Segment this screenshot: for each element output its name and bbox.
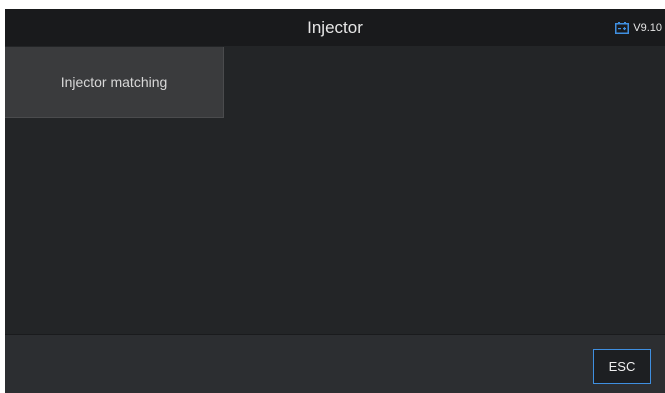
header-bar: Injector V9.10: [5, 9, 665, 46]
version-indicator: V9.10: [615, 9, 662, 46]
main-content: Injector matching: [5, 46, 665, 334]
footer-bar: ESC: [5, 334, 665, 393]
battery-icon: [615, 21, 630, 34]
menu-item-label: Injector matching: [60, 74, 168, 90]
version-label: V9.10: [633, 21, 662, 34]
page-title: Injector: [307, 18, 363, 37]
esc-button[interactable]: ESC: [593, 349, 651, 384]
app-screen: Injector V9.10 Injector matching ESC: [5, 9, 665, 393]
menu-item-injector-matching[interactable]: Injector matching: [5, 47, 224, 118]
